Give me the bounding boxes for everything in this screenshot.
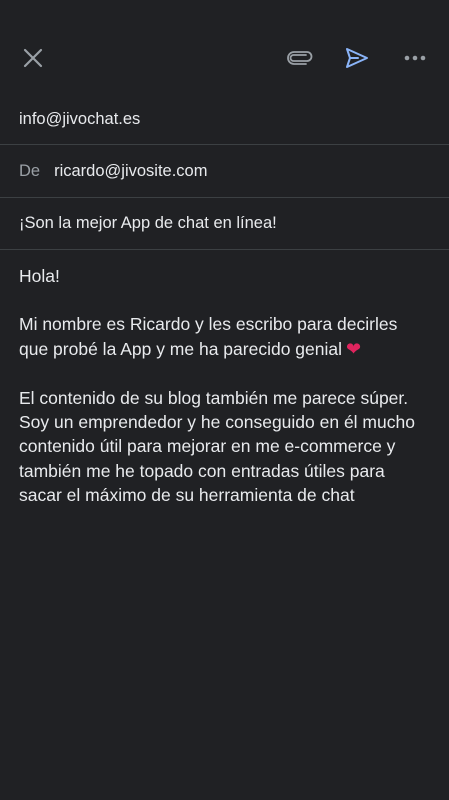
send-icon xyxy=(346,48,368,68)
from-label: De xyxy=(19,161,41,180)
close-icon xyxy=(23,48,43,68)
subject-text: ¡Son la mejor App de chat en línea! xyxy=(19,213,277,232)
divider xyxy=(0,249,449,250)
body-paragraph-2: El contenido de su blog también me parec… xyxy=(19,387,415,505)
more-options-button[interactable] xyxy=(397,40,433,76)
to-field[interactable]: info@jivochat.es xyxy=(0,96,449,142)
from-address: ricardo@jivosite.com xyxy=(54,161,208,180)
attach-button[interactable] xyxy=(282,40,318,76)
from-field[interactable]: De ricardo@jivosite.com xyxy=(0,148,449,194)
body-paragraph-1: Mi nombre es Ricardo y les escribo para … xyxy=(19,312,431,361)
subject-field[interactable]: ¡Son la mejor App de chat en línea! xyxy=(0,200,449,246)
divider xyxy=(0,197,449,198)
body-paragraph-1-text: Mi nombre es Ricardo y les escribo para … xyxy=(19,314,398,359)
compose-toolbar xyxy=(0,0,449,92)
send-button[interactable] xyxy=(339,40,375,76)
body-greeting: Hola! xyxy=(19,266,60,286)
paperclip-icon xyxy=(287,51,313,65)
to-address: info@jivochat.es xyxy=(19,109,141,128)
more-horizontal-icon xyxy=(404,55,426,61)
message-body[interactable]: Hola! Mi nombre es Ricardo y les escribo… xyxy=(19,264,431,531)
close-button[interactable] xyxy=(15,40,51,76)
divider xyxy=(0,144,449,145)
heart-icon: ❤ xyxy=(346,338,362,360)
